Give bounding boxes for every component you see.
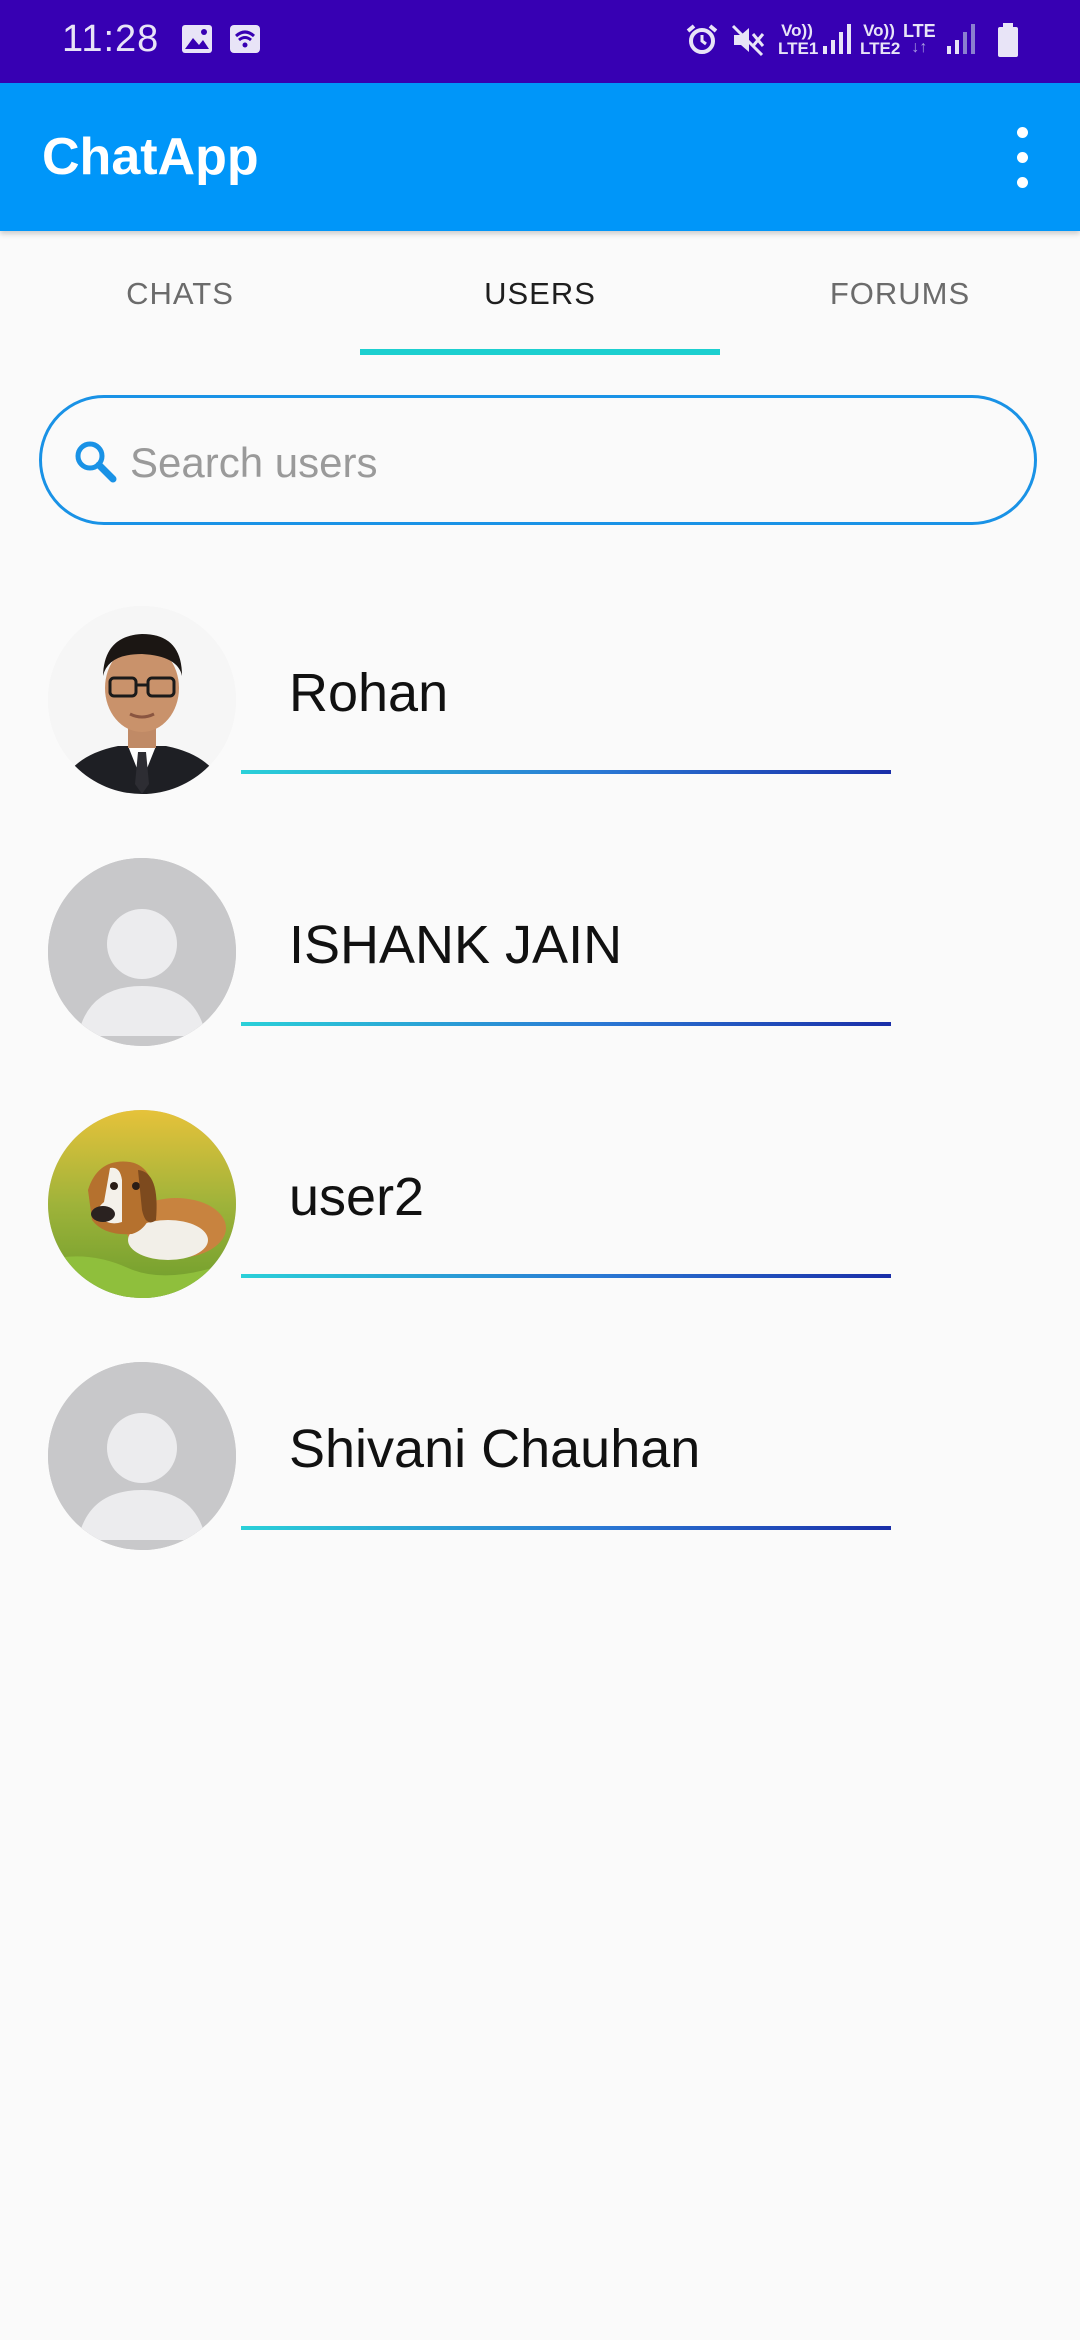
sim2-sub: LTE2 [860,39,901,58]
sim2-label: Vo)) [863,21,895,40]
default-avatar-icon [48,1362,236,1550]
divider [241,1022,891,1026]
search-icon [75,441,117,483]
divider [241,1274,891,1278]
user-name: user2 [289,1167,425,1227]
alarm-icon [686,24,718,54]
user-name: Shivani Chauhan [289,1419,701,1479]
search-input[interactable] [128,422,1012,504]
list-item[interactable]: user2 [0,1084,1080,1336]
network-type: LTE ↓↑ [903,22,936,56]
user-name: Rohan [289,663,449,723]
search-bar[interactable] [39,395,1037,525]
avatar [48,606,236,794]
tab-bar: CHATS USERS FORUMS [0,231,1080,356]
default-avatar-icon [48,858,236,1046]
sim1-sub: LTE1 [778,39,819,58]
profile-photo-avatar [48,606,236,794]
tab-chats-label: CHATS [126,276,234,311]
more-vertical-icon-dot [1017,177,1028,188]
divider [241,1526,891,1530]
status-bar: 11:28 Vo)) LTE1 Vo)) LTE2 LTE ↓↑ [0,0,1080,83]
sim2-indicator: Vo)) LTE2 [860,21,901,58]
data-arrows-icon: ↓↑ [911,39,928,56]
app-title: ChatApp [42,128,259,186]
tab-users[interactable]: USERS [360,231,720,356]
avatar [48,1110,236,1298]
sim1-label: Vo)) [781,21,813,40]
more-vertical-icon [1017,127,1028,138]
avatar [48,1362,236,1550]
avatar [48,858,236,1046]
wifi-icon [230,25,260,53]
app-bar: ChatApp [0,83,1080,231]
list-item[interactable]: Shivani Chauhan [0,1336,1080,1588]
user-name: ISHANK JAIN [289,915,623,975]
dog-photo-avatar [48,1110,236,1298]
sim1-indicator: Vo)) LTE1 [778,21,819,58]
list-item[interactable]: Rohan [0,580,1080,832]
image-icon [182,25,212,53]
mute-icon [731,24,765,57]
battery-icon [998,23,1018,57]
tab-users-label: USERS [484,276,596,311]
signal-icon [823,24,851,54]
tab-indicator [360,349,720,355]
network-label: LTE [903,21,936,41]
more-vertical-icon-dot [1017,152,1028,163]
tab-forums-label: FORUMS [829,276,971,311]
tab-forums[interactable]: FORUMS [720,231,1080,356]
more-options-button[interactable] [1000,123,1044,193]
signal-icon [947,24,975,54]
divider [241,770,891,774]
list-item[interactable]: ISHANK JAIN [0,832,1080,1084]
status-time: 11:28 [62,18,160,60]
tab-chats[interactable]: CHATS [0,231,360,356]
